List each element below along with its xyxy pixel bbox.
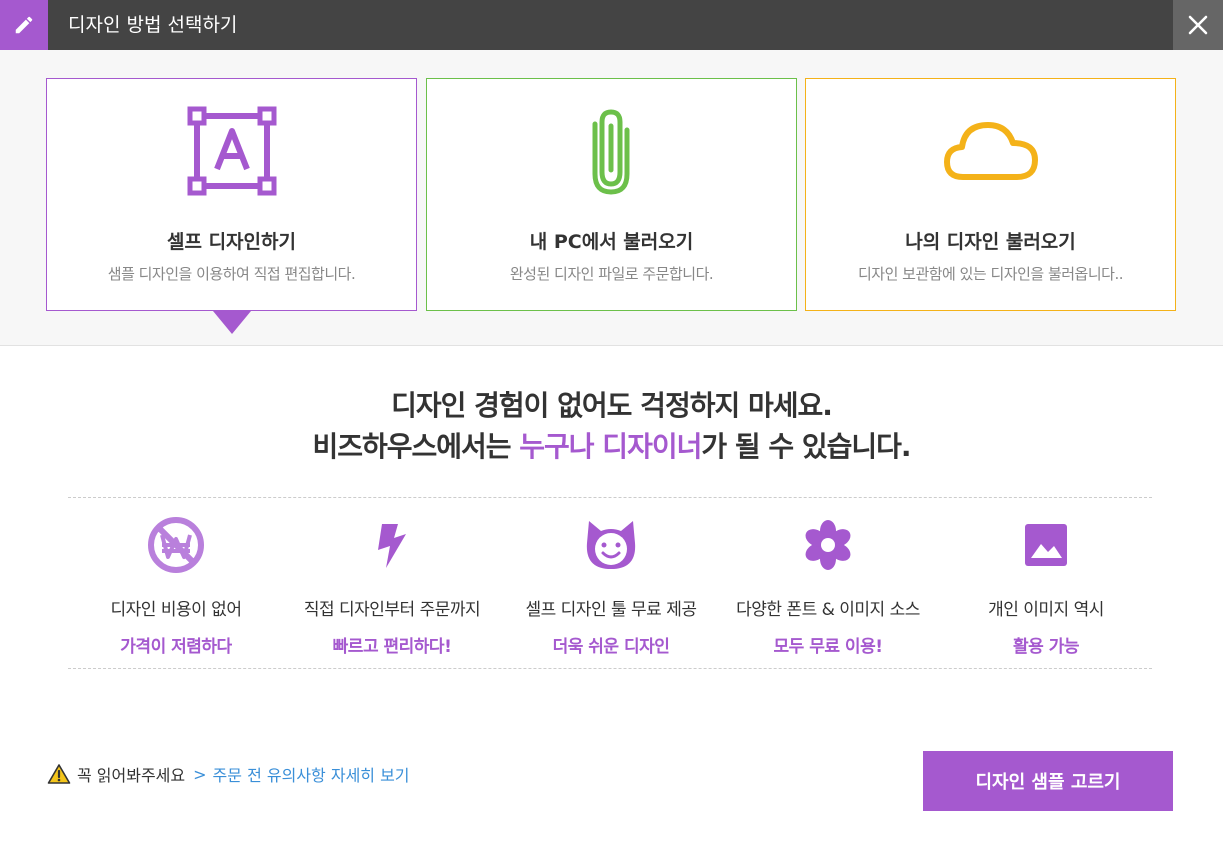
option-description: 샘플 디자인을 이용하여 직접 편집합니다. — [107, 265, 356, 283]
option-description: 완성된 디자인 파일로 주문합니다. — [509, 265, 714, 283]
feature-line-2: 더욱 쉬운 디자인 — [552, 637, 670, 657]
headline-line-2: 비즈하우스에서는 누구나 디자이너가 될 수 있습니다. — [312, 430, 911, 463]
feature-line-2: 모두 무료 이용! — [773, 637, 883, 657]
feature-line-1: 셀프 디자인 툴 무료 제공 — [525, 600, 697, 620]
selected-option-pointer — [213, 311, 251, 334]
text-frame-icon — [187, 106, 276, 196]
feature-line-2: 가격이 저렴하다 — [120, 637, 232, 657]
flower-icon — [805, 520, 851, 570]
dialog-header: 디자인 방법 선택하기 — [0, 0, 1223, 50]
feature-line-1: 직접 디자인부터 주문까지 — [303, 600, 481, 620]
chevron-right-icon: > — [193, 764, 207, 784]
option-title: 내 PC에서 불러오기 — [529, 231, 694, 253]
no-won-icon — [148, 517, 204, 573]
paperclip-icon — [592, 109, 629, 195]
option-description: 디자인 보관함에 있는 디자인을 불러옵니다.. — [857, 265, 1124, 283]
notice-detail-link[interactable]: 주문 전 유의사항 자세히 보기 — [213, 762, 410, 786]
warning-icon — [47, 763, 71, 785]
feature-line-2: 활용 가능 — [1013, 637, 1079, 657]
feature-free-tool: 셀프 디자인 툴 무료 제공 더욱 쉬운 디자인 — [503, 515, 719, 657]
close-button[interactable] — [1173, 0, 1223, 50]
headline-highlight: 누구나 디자이너 — [519, 430, 702, 463]
option-self-design[interactable]: 셀프 디자인하기 샘플 디자인을 이용하여 직접 편집합니다. — [46, 78, 417, 311]
design-method-options: 셀프 디자인하기 샘플 디자인을 이용하여 직접 편집합니다. 내 PC에서 불… — [0, 50, 1223, 346]
headline-line-1: 디자인 경험이 없어도 걱정하지 마세요. — [391, 389, 833, 422]
divider-top — [68, 497, 1152, 498]
feature-free-sources: 다양한 폰트 & 이미지 소스 모두 무료 이용! — [720, 515, 936, 657]
pencil-icon — [0, 0, 48, 50]
close-icon — [1188, 15, 1208, 35]
cat-icon — [586, 521, 636, 569]
lightning-icon — [378, 524, 406, 568]
feature-line-1: 디자인 비용이 없어 — [110, 600, 242, 620]
image-icon — [1025, 524, 1067, 566]
option-load-from-pc[interactable]: 내 PC에서 불러오기 완성된 디자인 파일로 주문합니다. — [426, 78, 797, 311]
option-load-my-design[interactable]: 나의 디자인 불러오기 디자인 보관함에 있는 디자인을 불러옵니다.. — [805, 78, 1176, 311]
feature-fast: 직접 디자인부터 주문까지 빠르고 편리하다! — [284, 515, 500, 657]
feature-line-1: 개인 이미지 역시 — [988, 600, 1104, 620]
dialog-title: 디자인 방법 선택하기 — [68, 14, 238, 36]
notice-row: 꼭 읽어봐주세요 > 주문 전 유의사항 자세히 보기 — [47, 762, 410, 786]
divider-bottom — [68, 668, 1152, 669]
feature-own-image: 개인 이미지 역시 활용 가능 — [938, 515, 1154, 657]
notice-text: 꼭 읽어봐주세요 — [77, 766, 186, 785]
select-design-sample-button[interactable]: 디자인 샘플 고르기 — [923, 751, 1173, 811]
feature-no-cost: 디자인 비용이 없어 가격이 저렴하다 — [68, 515, 284, 657]
option-title: 셀프 디자인하기 — [167, 231, 296, 253]
feature-line-2: 빠르고 편리하다! — [332, 637, 452, 657]
option-title: 나의 디자인 불러오기 — [905, 231, 1076, 253]
feature-line-1: 다양한 폰트 & 이미지 소스 — [736, 600, 920, 620]
cloud-icon — [943, 122, 1038, 180]
